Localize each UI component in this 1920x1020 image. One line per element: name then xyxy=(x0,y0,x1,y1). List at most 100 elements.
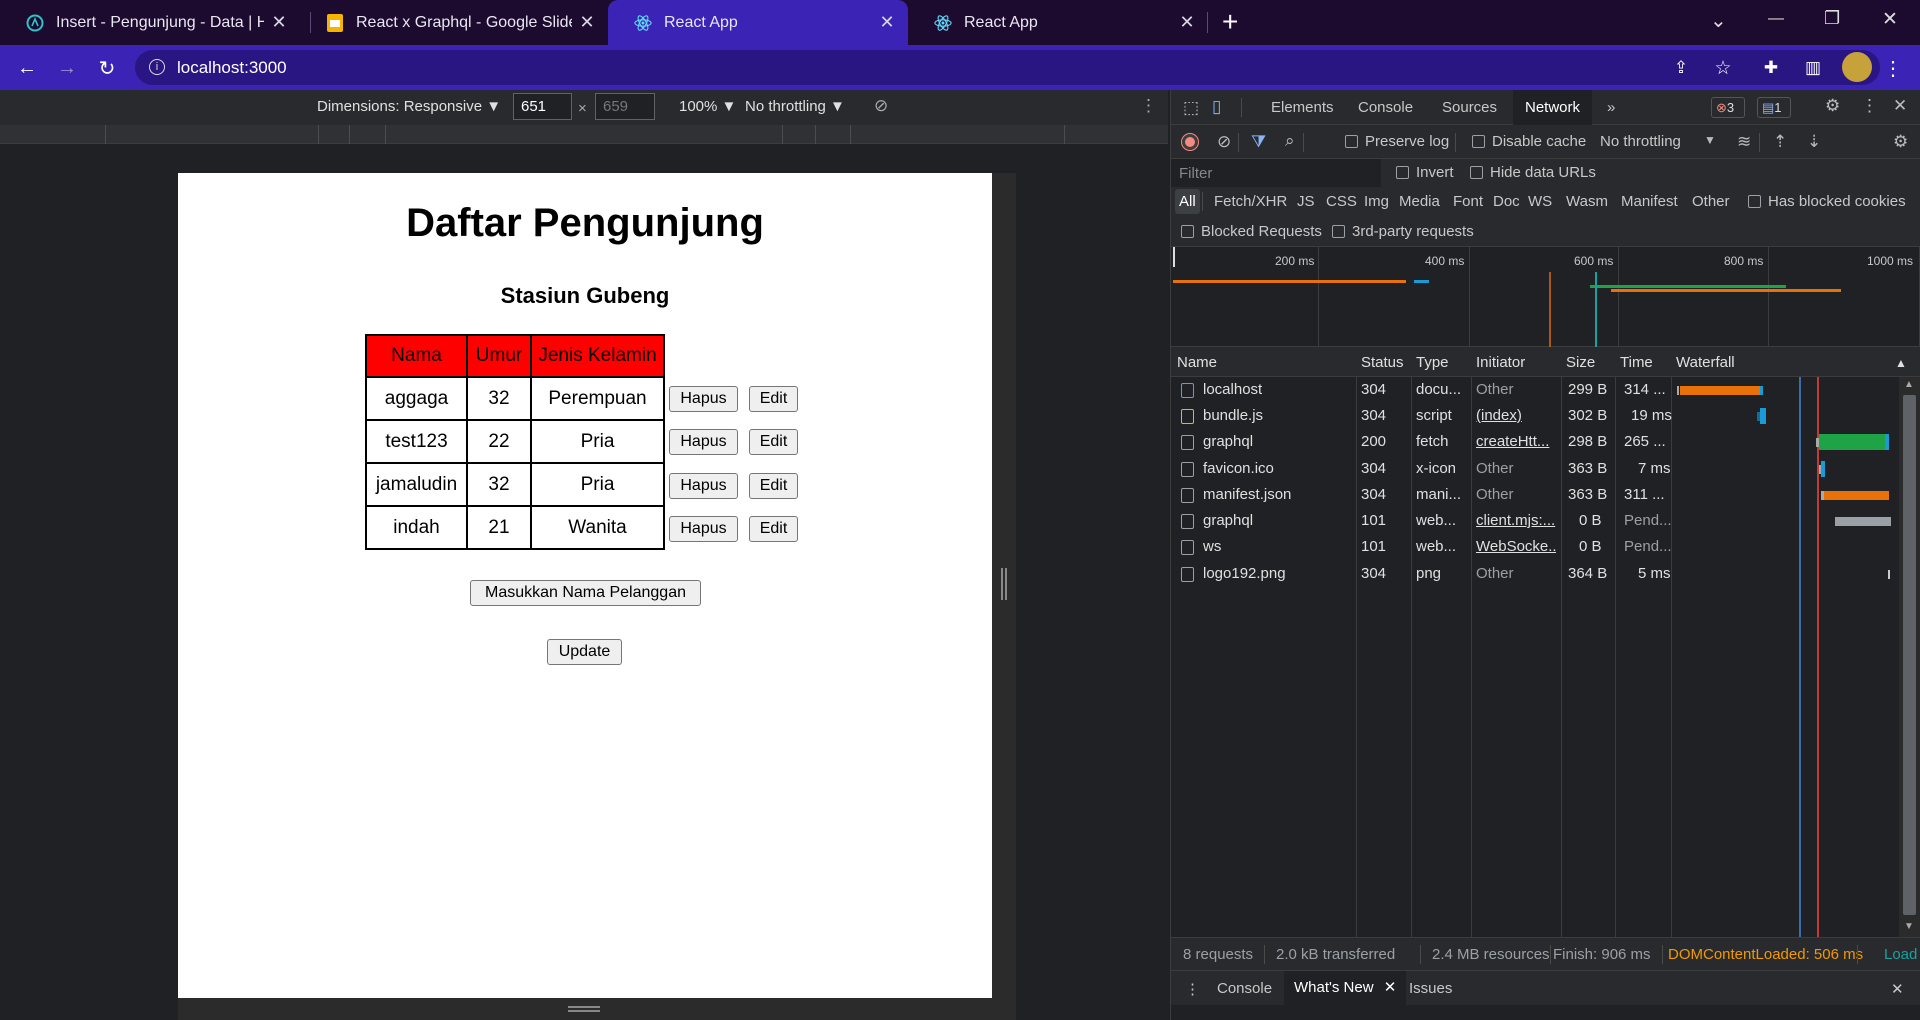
address-bar[interactable]: i localhost:3000 xyxy=(135,50,1880,85)
drawer-tab-whats-new[interactable]: What's New ✕ xyxy=(1284,971,1407,1005)
record-icon[interactable] xyxy=(1181,133,1199,151)
clear-icon[interactable]: ⊘ xyxy=(1217,132,1231,152)
drawer-tab-issues[interactable]: Issues xyxy=(1409,980,1452,997)
devtools-close-icon[interactable]: ✕ xyxy=(1893,96,1907,116)
close-drawer-tab-icon[interactable]: ✕ xyxy=(1384,979,1397,996)
delete-button[interactable]: Hapus xyxy=(669,473,738,499)
side-panel-icon[interactable]: ▥ xyxy=(1800,55,1826,81)
edit-button[interactable]: Edit xyxy=(749,516,798,542)
bookmark-star-icon[interactable]: ☆ xyxy=(1710,55,1736,81)
viewport-resize-handle-right[interactable] xyxy=(992,173,1016,998)
filter-input[interactable]: Filter xyxy=(1171,159,1381,187)
update-button[interactable]: Update xyxy=(547,639,622,665)
close-tab-icon[interactable]: ✕ xyxy=(572,12,602,33)
request-row[interactable]: bundle.js 304 script (index) 302 B 19 ms xyxy=(1171,403,1891,429)
delete-button[interactable]: Hapus xyxy=(669,516,738,542)
extensions-icon[interactable]: ✚ xyxy=(1758,55,1784,81)
network-conditions-icon[interactable]: ≋ xyxy=(1737,132,1751,152)
site-info-icon[interactable]: i xyxy=(149,59,165,75)
column-initiator[interactable]: Initiator xyxy=(1476,354,1525,371)
close-tab-icon[interactable]: ✕ xyxy=(1172,12,1202,33)
share-icon[interactable]: ⇪ xyxy=(1668,55,1694,81)
tab-network[interactable]: Network xyxy=(1513,90,1593,125)
type-filter-ws[interactable]: WS xyxy=(1528,193,1552,210)
more-tabs-icon[interactable]: » xyxy=(1607,90,1615,125)
type-filter-img[interactable]: Img xyxy=(1364,193,1389,210)
viewport-resize-handle-bottom[interactable] xyxy=(178,998,1016,1020)
devtools-menu-icon[interactable]: ⋮ xyxy=(1861,96,1878,116)
edit-button[interactable]: Edit xyxy=(749,386,798,412)
delete-button[interactable]: Hapus xyxy=(669,429,738,455)
type-filter-manifest[interactable]: Manifest xyxy=(1621,193,1678,210)
tab-search-icon[interactable]: ⌄ xyxy=(1710,8,1727,33)
tab-elements[interactable]: Elements xyxy=(1271,90,1334,125)
error-badge[interactable]: ⊗3 xyxy=(1711,97,1745,118)
type-filter-fetch-xhr[interactable]: Fetch/XHR xyxy=(1214,193,1287,210)
request-row[interactable]: graphql 101 web... client.mjs:... 0 B Pe… xyxy=(1171,508,1891,534)
invert-checkbox[interactable]: Invert xyxy=(1396,164,1454,181)
column-time[interactable]: Time xyxy=(1620,354,1653,371)
filter-icon[interactable]: ⧩ xyxy=(1251,132,1266,152)
request-row[interactable]: graphql 200 fetch createHtt... 298 B 265… xyxy=(1171,429,1891,455)
type-filter-wasm[interactable]: Wasm xyxy=(1566,193,1608,210)
scrollbar-thumb[interactable] xyxy=(1903,395,1916,915)
network-overview-timeline[interactable]: 200 ms 400 ms 600 ms 800 ms 1000 ms xyxy=(1171,247,1920,347)
type-filter-media[interactable]: Media xyxy=(1399,193,1440,210)
minimize-icon[interactable]: — xyxy=(1768,10,1784,28)
has-blocked-cookies-checkbox[interactable]: Has blocked cookies xyxy=(1748,193,1906,210)
hide-data-urls-checkbox[interactable]: Hide data URLs xyxy=(1470,164,1596,181)
type-filter-css[interactable]: CSS xyxy=(1326,193,1357,210)
type-filter-all[interactable]: All xyxy=(1175,189,1200,214)
network-settings-gear-icon[interactable]: ⚙ xyxy=(1893,132,1908,152)
browser-tab[interactable]: React x Graphql - Google Slides ✕ xyxy=(300,0,608,45)
reload-icon[interactable]: ↻ xyxy=(94,55,120,81)
column-waterfall[interactable]: Waterfall xyxy=(1676,354,1735,371)
inspect-element-icon[interactable]: ⬚ xyxy=(1183,98,1199,118)
network-throttling-select[interactable]: No throttling xyxy=(1600,133,1681,150)
search-icon[interactable]: ⌕ xyxy=(1285,131,1295,151)
device-toggle-icon[interactable]: ▯ xyxy=(1212,97,1221,117)
add-visitor-button[interactable]: Masukkan Nama Pelanggan xyxy=(470,580,701,606)
zoom-dropdown[interactable]: 100% ▼ xyxy=(679,98,736,115)
tab-sources[interactable]: Sources xyxy=(1442,90,1497,125)
new-tab-button[interactable]: + xyxy=(1222,6,1238,38)
request-table-scrollbar[interactable]: ▲ ▼ xyxy=(1899,377,1920,937)
close-tab-icon[interactable]: ✕ xyxy=(872,12,902,33)
drawer-tab-console[interactable]: Console xyxy=(1217,980,1272,997)
browser-tab-active[interactable]: React App ✕ xyxy=(608,0,908,45)
disable-cache-checkbox[interactable]: Disable cache xyxy=(1472,133,1586,150)
edit-button[interactable]: Edit xyxy=(749,429,798,455)
request-row[interactable]: localhost 304 docu... Other 299 B 314 ..… xyxy=(1171,377,1891,403)
browser-tab[interactable]: React App ✕ xyxy=(908,0,1208,45)
close-tab-icon[interactable]: ✕ xyxy=(264,12,294,33)
width-input[interactable]: 651 xyxy=(513,93,572,120)
type-filter-js[interactable]: JS xyxy=(1297,193,1315,210)
restore-icon[interactable]: ❐ xyxy=(1824,8,1840,29)
request-row[interactable]: manifest.json 304 mani... Other 363 B 31… xyxy=(1171,482,1891,508)
type-filter-other[interactable]: Other xyxy=(1692,193,1730,210)
drawer-menu-icon[interactable]: ⋮ xyxy=(1185,980,1200,998)
preserve-log-checkbox[interactable]: Preserve log xyxy=(1345,133,1449,150)
scroll-down-icon[interactable]: ▼ xyxy=(1904,921,1914,932)
type-filter-doc[interactable]: Doc xyxy=(1493,193,1520,210)
blocked-requests-checkbox[interactable]: Blocked Requests xyxy=(1181,223,1322,240)
back-icon[interactable]: ← xyxy=(14,55,40,81)
message-badge[interactable]: ▤1 xyxy=(1757,97,1791,118)
device-menu-icon[interactable]: ⋮ xyxy=(1140,96,1157,116)
throttling-dropdown[interactable]: No throttling ▼ xyxy=(745,98,845,115)
drawer-close-icon[interactable]: ✕ xyxy=(1891,980,1904,998)
profile-avatar[interactable] xyxy=(1842,52,1872,82)
request-row[interactable]: favicon.ico 304 x-icon Other 363 B 7 ms xyxy=(1171,456,1891,482)
delete-button[interactable]: Hapus xyxy=(669,386,738,412)
type-filter-font[interactable]: Font xyxy=(1453,193,1483,210)
column-type[interactable]: Type xyxy=(1416,354,1449,371)
menu-kebab-icon[interactable]: ⋮ xyxy=(1880,55,1906,81)
third-party-requests-checkbox[interactable]: 3rd-party requests xyxy=(1332,223,1474,240)
dimensions-dropdown[interactable]: Dimensions: Responsive ▼ xyxy=(317,98,501,115)
tab-console[interactable]: Console xyxy=(1358,90,1413,125)
browser-tab[interactable]: Insert - Pengunjung - Data | Hasura ✕ xyxy=(0,0,300,45)
edit-button[interactable]: Edit xyxy=(749,473,798,499)
rotate-icon[interactable]: ⊘ xyxy=(874,96,888,116)
window-close-icon[interactable]: ✕ xyxy=(1882,8,1898,31)
column-size[interactable]: Size xyxy=(1566,354,1595,371)
